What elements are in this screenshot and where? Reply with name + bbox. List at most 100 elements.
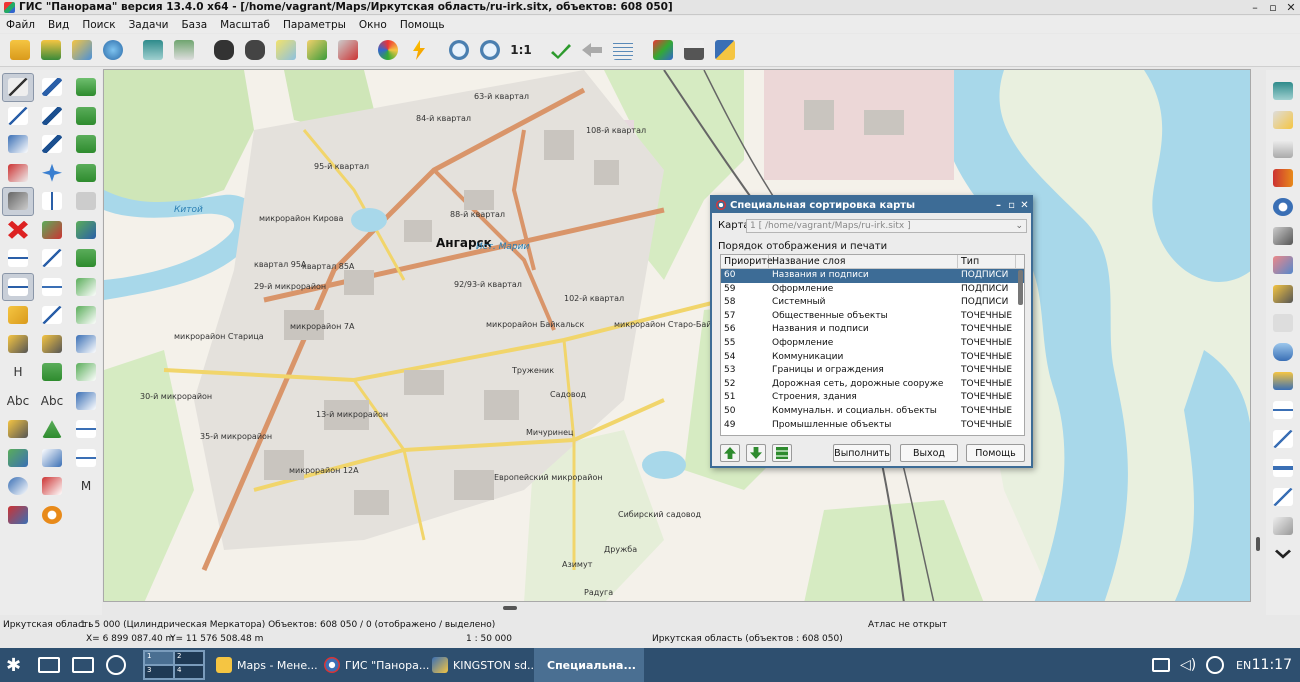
text-h-tool[interactable]: H [2,358,34,387]
tree-icon[interactable] [36,415,68,444]
column-type[interactable]: Тип [958,255,1016,268]
scissors-icon[interactable] [2,187,34,216]
brush-icon[interactable] [272,36,300,64]
apply-icon[interactable] [547,36,575,64]
table-row[interactable]: 60 Названия и подписи ПОДПИСИ [721,269,1024,283]
menu-scale[interactable]: Масштаб [220,19,270,31]
task-gis-panorama[interactable]: ГИС "Панора... [316,648,437,682]
show-desktop-icon[interactable] [38,648,60,682]
map-view[interactable]: Китой Ангарск Ист. Марии 95-й квартал ми… [103,69,1251,602]
volume-icon[interactable]: ◁) [1180,648,1196,682]
workspace-4[interactable]: 4 [174,665,204,679]
edit-green-icon[interactable] [70,73,102,102]
layers-table[interactable]: Приорите Название слоя Тип 60 Названия и … [720,254,1025,436]
task-maps-manager[interactable]: Maps - Мене... [208,648,326,682]
dialog-maximize-button[interactable]: ▫ [1005,200,1018,211]
dialog-minimize-button[interactable]: – [992,200,1005,211]
delete-icon[interactable] [2,216,34,245]
table-row[interactable]: 58 Системный ПОДПИСИ [721,296,1024,310]
menu-tasks[interactable]: Задачи [129,19,169,31]
scissors-line-icon[interactable] [70,387,102,416]
edit-pen-icon[interactable] [36,73,68,102]
start-menu-icon[interactable]: ✱ [6,648,21,682]
text-m-tool[interactable]: M [70,472,102,501]
palette-icon[interactable] [374,36,402,64]
workspace-1[interactable]: 1 [144,651,174,665]
menu-parameters[interactable]: Параметры [283,19,346,31]
select-green-icon[interactable] [36,358,68,387]
curve-arrow-icon[interactable] [70,415,102,444]
table-row[interactable]: 57 Общественные объекты ТОЧЕЧНЫЕ [721,310,1024,324]
layers-stack-icon[interactable] [1270,78,1296,104]
chevron-down-icon[interactable] [1270,542,1296,568]
star-icon[interactable] [36,159,68,188]
exit-button[interactable]: Выход [900,444,958,462]
maximize-button[interactable]: ▫ [1264,1,1282,14]
table-row[interactable]: 54 Коммуникации ТОЧЕЧНЫЕ [721,351,1024,365]
add-vertex-icon[interactable] [2,244,34,273]
delete-object-icon[interactable] [334,36,362,64]
open-folder-icon[interactable] [6,36,34,64]
cloud-icon[interactable] [1270,339,1296,365]
query-icon[interactable] [2,130,34,159]
join-icon[interactable] [2,444,34,473]
back-icon[interactable] [578,36,606,64]
copy-icon[interactable] [70,187,102,216]
folders-icon[interactable] [68,36,96,64]
app-launcher-icon[interactable] [106,648,126,682]
wave-icon[interactable] [36,273,68,302]
edit-points-icon[interactable] [70,102,102,131]
measure-icon[interactable] [36,301,68,330]
zoom-out-icon[interactable] [476,36,504,64]
torch-yellow-icon[interactable] [1270,281,1296,307]
scissors-cut-icon[interactable] [70,358,102,387]
close-button[interactable]: ✕ [1282,1,1300,14]
move-icon[interactable] [70,159,102,188]
move-vertex-icon[interactable] [36,244,68,273]
globe-icon[interactable] [99,36,127,64]
gear-icon[interactable] [36,501,68,530]
draw-line-icon[interactable] [2,102,34,131]
menu-database[interactable]: База [181,19,207,31]
polyline-icon[interactable] [2,272,34,301]
overlay-icon[interactable] [1270,252,1296,278]
scissors-red-icon[interactable] [36,472,68,501]
wave-line-icon[interactable] [70,444,102,473]
image-icon[interactable] [2,501,34,530]
select-pen-icon[interactable] [2,73,34,102]
frame-icon[interactable] [1270,107,1296,133]
workspace-pager[interactable]: 1 2 3 4 [143,650,205,680]
binoculars-next-icon[interactable] [241,36,269,64]
layers-button[interactable] [772,444,792,462]
column-priority[interactable]: Приорите [721,255,773,268]
zoom-in-icon[interactable] [445,36,473,64]
menu-help[interactable]: Помощь [400,19,445,31]
ruler-icon[interactable] [2,301,34,330]
menu-view[interactable]: Вид [48,19,69,31]
help-button[interactable]: Помощь [966,444,1025,462]
zoom-1to1-icon[interactable]: 1:1 [507,36,535,64]
workspace-3[interactable]: 3 [144,665,174,679]
map-horizontal-scrollbar[interactable] [103,603,1251,613]
percent-icon[interactable] [1270,310,1296,336]
compass-icon[interactable] [1270,194,1296,220]
move-down-button[interactable] [746,444,766,462]
column-layer-name[interactable]: Название слоя [769,255,958,268]
keyboard-layout[interactable]: EN [1236,648,1251,682]
text-abc-tool[interactable]: Abc [2,387,34,416]
help-pointer-icon[interactable] [711,36,739,64]
table-row[interactable]: 59 Оформление ПОДПИСИ [721,283,1024,297]
move-up-button[interactable] [720,444,740,462]
add-object-icon[interactable] [303,36,331,64]
open-folder-plus-icon[interactable] [37,36,65,64]
torch-a-icon[interactable] [2,330,34,359]
transfer-icon[interactable] [36,444,68,473]
rotate-icon[interactable] [2,472,34,501]
vertex-green-icon[interactable] [70,244,102,273]
menu-search[interactable]: Поиск [82,19,115,31]
layers-icon[interactable] [139,36,167,64]
xy-coordinates-icon[interactable] [1270,513,1296,539]
menu-window[interactable]: Окно [359,19,387,31]
workspace-2[interactable]: 2 [174,651,204,665]
vscroll-thumb[interactable] [1256,537,1260,551]
